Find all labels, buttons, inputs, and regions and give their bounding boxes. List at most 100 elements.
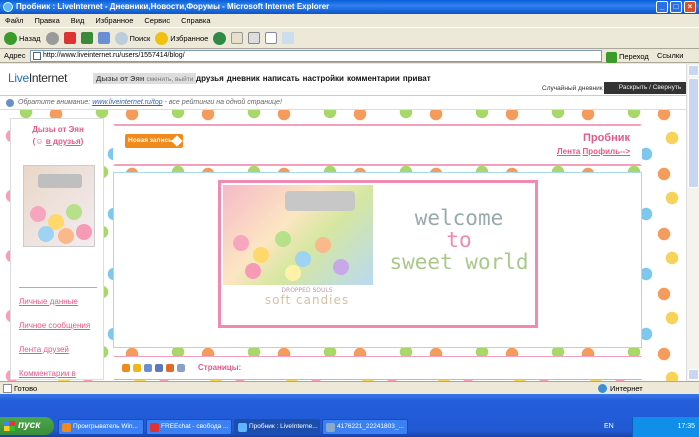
address-bar: Адрес http://www.liveinternet.ru/users/1… <box>0 49 699 63</box>
taskbar: пуск Проигрыватель Win... FREEchat - сво… <box>0 394 699 437</box>
address-input[interactable]: http://www.liveinternet.ru/users/1557414… <box>30 50 602 62</box>
nav-comments[interactable]: комментарии <box>347 74 400 83</box>
start-button[interactable]: пуск <box>0 417 54 435</box>
start-label: пуск <box>18 420 41 431</box>
print-icon[interactable] <box>248 32 261 44</box>
logo-live: Live <box>8 71 29 85</box>
vertical-scrollbar[interactable] <box>686 64 699 381</box>
rss-icon[interactable] <box>122 364 130 372</box>
history-icon[interactable] <box>213 31 227 45</box>
task-label: FREEchat - свобода ... <box>161 423 229 430</box>
new-post-button[interactable]: Новая запись <box>125 134 183 148</box>
forward-button[interactable] <box>45 31 59 45</box>
profile-link[interactable]: Профиль--> <box>583 147 630 156</box>
image-icon <box>326 423 335 432</box>
sidebar-link-personal-data[interactable]: Личные данные <box>19 297 78 306</box>
nav-private[interactable]: приват <box>403 74 431 83</box>
back-label: Назад <box>19 33 41 43</box>
stop-icon[interactable] <box>63 32 76 44</box>
links-button[interactable]: Ссылки <box>657 49 683 63</box>
random-diary-link[interactable]: Случайный дневник // <box>542 85 608 92</box>
favorites-label: Избранное <box>170 33 209 43</box>
sidebar-link-messages[interactable]: Личное сообщения <box>19 321 90 330</box>
liveinternet-logo[interactable]: LiveInternet <box>8 71 67 85</box>
feed-icon[interactable] <box>166 364 174 372</box>
soft-candies-brand: DROPPED SOULS soft candies <box>253 287 361 306</box>
user-add-icon: ☺ <box>35 137 44 146</box>
back-arrow-icon <box>4 31 17 45</box>
notice-link[interactable]: www.liveinternet.ru/top <box>92 99 162 106</box>
back-button[interactable]: Назад <box>4 31 41 45</box>
go-label: Переход <box>619 52 649 61</box>
favorites-button[interactable]: Избранное <box>155 31 209 45</box>
task-label: Пробник : LiveInterne... <box>249 423 318 430</box>
media-player-icon <box>62 423 71 432</box>
nav-settings[interactable]: настройки <box>303 74 344 83</box>
jar-lid <box>38 174 82 188</box>
scroll-down-button[interactable] <box>688 369 699 380</box>
nav-diary[interactable]: дневник <box>227 74 260 83</box>
candy-jar-image <box>223 185 373 285</box>
mail-icon[interactable] <box>177 364 185 372</box>
nav-write[interactable]: написать <box>263 74 300 83</box>
scroll-up-button[interactable] <box>688 65 699 76</box>
welcome-line-3: sweet world <box>389 250 529 274</box>
welcome-line-1: welcome <box>414 206 504 230</box>
menu-edit[interactable]: Правка <box>34 14 59 27</box>
menu-favorites[interactable]: Избранное <box>95 14 133 27</box>
sidebar: Дызы от Эян (☺ в друзья) Личные данные Л… <box>10 118 105 381</box>
mail-icon[interactable] <box>231 32 244 44</box>
info-icon <box>6 99 14 107</box>
search-button[interactable]: Поиск <box>114 31 150 45</box>
new-post-label: Новая запись <box>128 137 173 144</box>
blog-title[interactable]: Пробник <box>583 132 630 144</box>
address-url: http://www.liveinternet.ru/users/1557414… <box>43 52 185 59</box>
clock[interactable]: 17:35 <box>677 423 695 430</box>
language-indicator[interactable]: EN <box>604 419 614 435</box>
menu-file[interactable]: Файл <box>5 14 23 27</box>
refresh-icon[interactable] <box>80 32 93 44</box>
search-icon <box>114 31 128 45</box>
messenger-icon[interactable] <box>282 32 295 44</box>
close-button[interactable]: × <box>684 1 696 13</box>
sidebar-link-comments[interactable]: Комментарии в дневнике <box>19 369 99 381</box>
menu-tools[interactable]: Сервис <box>144 14 170 27</box>
welcome-text: welcome to sweet world <box>389 207 529 273</box>
user-switch-link[interactable]: сменить, выйти <box>146 76 193 83</box>
scroll-thumb[interactable] <box>688 78 699 188</box>
expand-collapse-button[interactable]: Раскрыть / Свернуть <box>604 82 696 94</box>
menu-help[interactable]: Справка <box>181 14 210 27</box>
sidebar-link-friends-feed[interactable]: Лента друзей <box>19 345 69 354</box>
notice-suffix: - все рейтинги на одной странице! <box>164 99 282 106</box>
blog-nav: Лента Профиль--> <box>557 147 630 156</box>
user-chip[interactable]: Дызы от Эян сменить, выйти <box>93 73 197 84</box>
notice-prefix: Обратите внимание: <box>18 99 91 106</box>
status-bar: Готово Интернет <box>0 381 699 394</box>
star-icon[interactable] <box>133 364 141 372</box>
minimize-button[interactable]: _ <box>656 1 668 13</box>
welcome-banner: welcome to sweet world DROPPED SOULS sof… <box>218 180 538 328</box>
sidebar-title[interactable]: Дызы от Эян <box>11 125 105 134</box>
browser-icon <box>150 423 159 432</box>
globe-icon <box>598 384 607 393</box>
title-bar: Пробник : LiveInternet - Дневники,Новост… <box>0 0 699 14</box>
edit-icon[interactable] <box>265 32 278 44</box>
window-title: Пробник : LiveInternet - Дневники,Новост… <box>16 2 330 11</box>
task-freechat[interactable]: FREEchat - свобода ... <box>146 419 232 435</box>
home-icon[interactable] <box>97 32 110 44</box>
task-image[interactable]: 4176221_22241803_... <box>322 419 408 435</box>
notice-bar: Обратите внимание: www.liveinternet.ru/t… <box>0 96 699 110</box>
task-liveinternet[interactable]: Пробник : LiveInterne... <box>234 419 320 435</box>
menu-bar: Файл Правка Вид Избранное Сервис Справка <box>0 14 699 27</box>
nav-friends[interactable]: друзья <box>196 74 224 83</box>
zone-label: Интернет <box>610 384 643 393</box>
save-icon[interactable] <box>155 364 163 372</box>
feed-link[interactable]: Лента <box>557 147 580 156</box>
go-button[interactable]: Переход <box>606 50 649 64</box>
toolbar: Назад Поиск Избранное <box>0 27 699 49</box>
menu-view[interactable]: Вид <box>71 14 85 27</box>
add-friend-link[interactable]: (☺ в друзья) <box>11 137 105 146</box>
task-media-player[interactable]: Проигрыватель Win... <box>58 419 144 435</box>
phone-icon[interactable] <box>144 364 152 372</box>
maximize-button[interactable]: □ <box>670 1 682 13</box>
